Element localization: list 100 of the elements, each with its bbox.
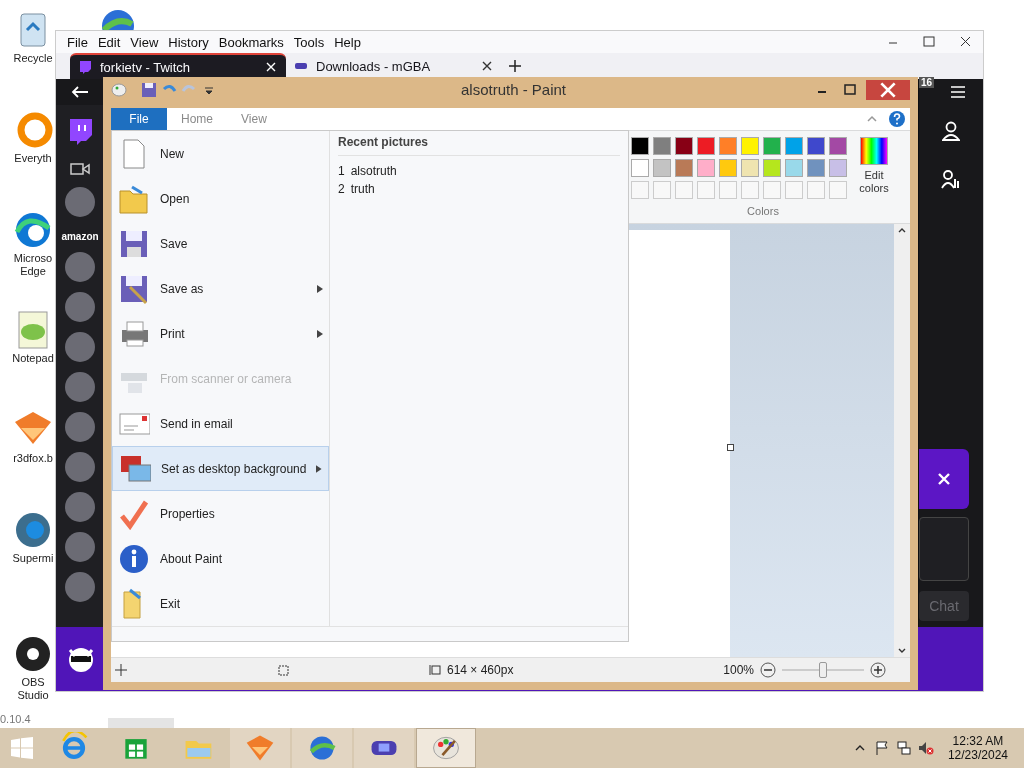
taskbar-app-button[interactable] bbox=[292, 728, 352, 768]
color-swatch[interactable] bbox=[697, 159, 715, 177]
empty-color-slot[interactable] bbox=[653, 181, 671, 199]
edit-colors-button[interactable]: Edit colors bbox=[853, 137, 895, 199]
canvas-size-text: 614 × 460px bbox=[447, 663, 514, 677]
file-menu-item[interactable]: Save as bbox=[112, 266, 329, 311]
avatar-circle[interactable] bbox=[65, 412, 95, 442]
avatar-circle[interactable] bbox=[65, 252, 95, 282]
menu-item[interactable]: Bookmarks bbox=[213, 34, 289, 50]
ribbon-tab[interactable]: File bbox=[111, 108, 167, 130]
file-menu-item[interactable]: Open bbox=[112, 176, 329, 221]
file-menu-item[interactable]: Exit bbox=[112, 581, 329, 626]
group-label: Colors bbox=[747, 205, 779, 217]
menu-item[interactable]: Edit bbox=[92, 34, 126, 50]
color-swatch[interactable] bbox=[741, 137, 759, 155]
close-icon[interactable] bbox=[480, 59, 494, 73]
network-icon[interactable] bbox=[895, 740, 912, 756]
avatar-circle[interactable] bbox=[65, 572, 95, 602]
empty-color-slot[interactable] bbox=[785, 181, 803, 199]
browser-tab[interactable]: Downloads - mGBA bbox=[286, 53, 502, 79]
empty-color-slot[interactable] bbox=[631, 181, 649, 199]
color-swatch[interactable] bbox=[675, 159, 693, 177]
close-icon[interactable] bbox=[264, 60, 278, 74]
color-swatch[interactable] bbox=[785, 159, 803, 177]
menu-item[interactable]: Help bbox=[329, 34, 366, 50]
scrollbar[interactable] bbox=[894, 224, 910, 657]
back-arrow-icon[interactable] bbox=[71, 85, 89, 99]
desktop-icon-label: Recycle bbox=[12, 52, 54, 65]
menu-item[interactable]: Tools bbox=[288, 34, 330, 50]
color-swatch[interactable] bbox=[741, 159, 759, 177]
zoom-percent: 100% bbox=[723, 663, 754, 677]
sidebar-channel-label[interactable]: amazon bbox=[61, 231, 99, 242]
color-swatch[interactable] bbox=[719, 159, 737, 177]
version-text: 0.10.4 bbox=[0, 713, 31, 725]
avatar-circle[interactable] bbox=[65, 452, 95, 482]
clock[interactable]: 12:32 AM 12/23/2024 bbox=[939, 734, 1016, 762]
color-swatch[interactable] bbox=[697, 137, 715, 155]
file-menu-item[interactable]: Set as desktop background bbox=[112, 446, 329, 491]
ribbon-tab[interactable]: View bbox=[227, 108, 281, 130]
recent-file-item[interactable]: 1 alsotruth bbox=[338, 162, 620, 180]
file-menu-item[interactable]: Save bbox=[112, 221, 329, 266]
avatar-circle[interactable] bbox=[65, 372, 95, 402]
chat-input-field[interactable] bbox=[919, 517, 969, 581]
desktop-icon-label: OBS Studio bbox=[16, 676, 50, 702]
color-swatch[interactable] bbox=[785, 137, 803, 155]
notification-badge: 16 bbox=[919, 77, 935, 88]
file-menu-item[interactable]: Print bbox=[112, 311, 329, 356]
color-swatch[interactable] bbox=[719, 137, 737, 155]
empty-color-slot[interactable] bbox=[807, 181, 825, 199]
submenu-arrow-icon bbox=[317, 329, 323, 338]
chat-bubble-icon bbox=[78, 60, 92, 74]
video-camera-icon[interactable] bbox=[70, 161, 90, 177]
color-swatch[interactable] bbox=[631, 159, 649, 177]
avatar-circle[interactable] bbox=[65, 532, 95, 562]
avatar-circle[interactable] bbox=[65, 292, 95, 322]
flag-icon[interactable] bbox=[873, 740, 890, 756]
menu-icon[interactable] bbox=[951, 86, 965, 98]
empty-color-slot[interactable] bbox=[829, 181, 847, 199]
empty-color-slot[interactable] bbox=[697, 181, 715, 199]
color-swatch[interactable] bbox=[763, 137, 781, 155]
taskbar-app-button[interactable] bbox=[354, 728, 414, 768]
color-swatch[interactable] bbox=[675, 137, 693, 155]
zoom-slider-thumb[interactable] bbox=[819, 662, 827, 678]
resize-handle[interactable] bbox=[727, 443, 734, 451]
users-icon[interactable] bbox=[941, 169, 961, 189]
file-menu-item[interactable]: Properties bbox=[112, 491, 329, 536]
browser-tab[interactable]: forkietv - Twitch bbox=[70, 53, 286, 79]
file-menu-item[interactable]: Send in email bbox=[112, 401, 329, 446]
empty-color-slot[interactable] bbox=[763, 181, 781, 199]
close-icon[interactable] bbox=[937, 472, 951, 486]
palette-icon[interactable] bbox=[111, 81, 127, 98]
help-icon[interactable] bbox=[888, 110, 906, 128]
color-swatch[interactable] bbox=[829, 137, 847, 155]
file-menu-item[interactable]: New bbox=[112, 131, 329, 176]
color-swatch[interactable] bbox=[763, 159, 781, 177]
avatar-circle[interactable] bbox=[65, 492, 95, 522]
color-swatch[interactable] bbox=[807, 159, 825, 177]
color-swatch[interactable] bbox=[631, 137, 649, 155]
menu-item[interactable]: View bbox=[125, 34, 164, 50]
close-button[interactable] bbox=[866, 79, 910, 100]
empty-color-slot[interactable] bbox=[719, 181, 737, 199]
color-swatch[interactable] bbox=[807, 137, 825, 155]
color-swatch[interactable] bbox=[653, 159, 671, 177]
collapse-caret-icon[interactable] bbox=[866, 115, 878, 123]
avatar-circle[interactable] bbox=[65, 187, 95, 217]
empty-color-slot[interactable] bbox=[675, 181, 693, 199]
menu-item[interactable]: History bbox=[163, 34, 214, 50]
file-menu-item[interactable]: About Paint bbox=[112, 536, 329, 581]
menu-item[interactable]: File bbox=[62, 34, 93, 50]
taskbar-app-button[interactable] bbox=[416, 728, 476, 768]
empty-color-slot[interactable] bbox=[741, 181, 759, 199]
user-icon[interactable] bbox=[942, 121, 960, 141]
move-cross-icon bbox=[115, 664, 127, 676]
recent-file-item[interactable]: 2 truth bbox=[338, 180, 620, 198]
avatar-circle[interactable] bbox=[65, 332, 95, 362]
speaker-muted-icon[interactable] bbox=[917, 740, 934, 756]
color-swatch[interactable] bbox=[829, 159, 847, 177]
zoom-in-icon[interactable] bbox=[870, 662, 886, 678]
color-swatch[interactable] bbox=[653, 137, 671, 155]
zoom-out-icon[interactable] bbox=[760, 662, 776, 678]
